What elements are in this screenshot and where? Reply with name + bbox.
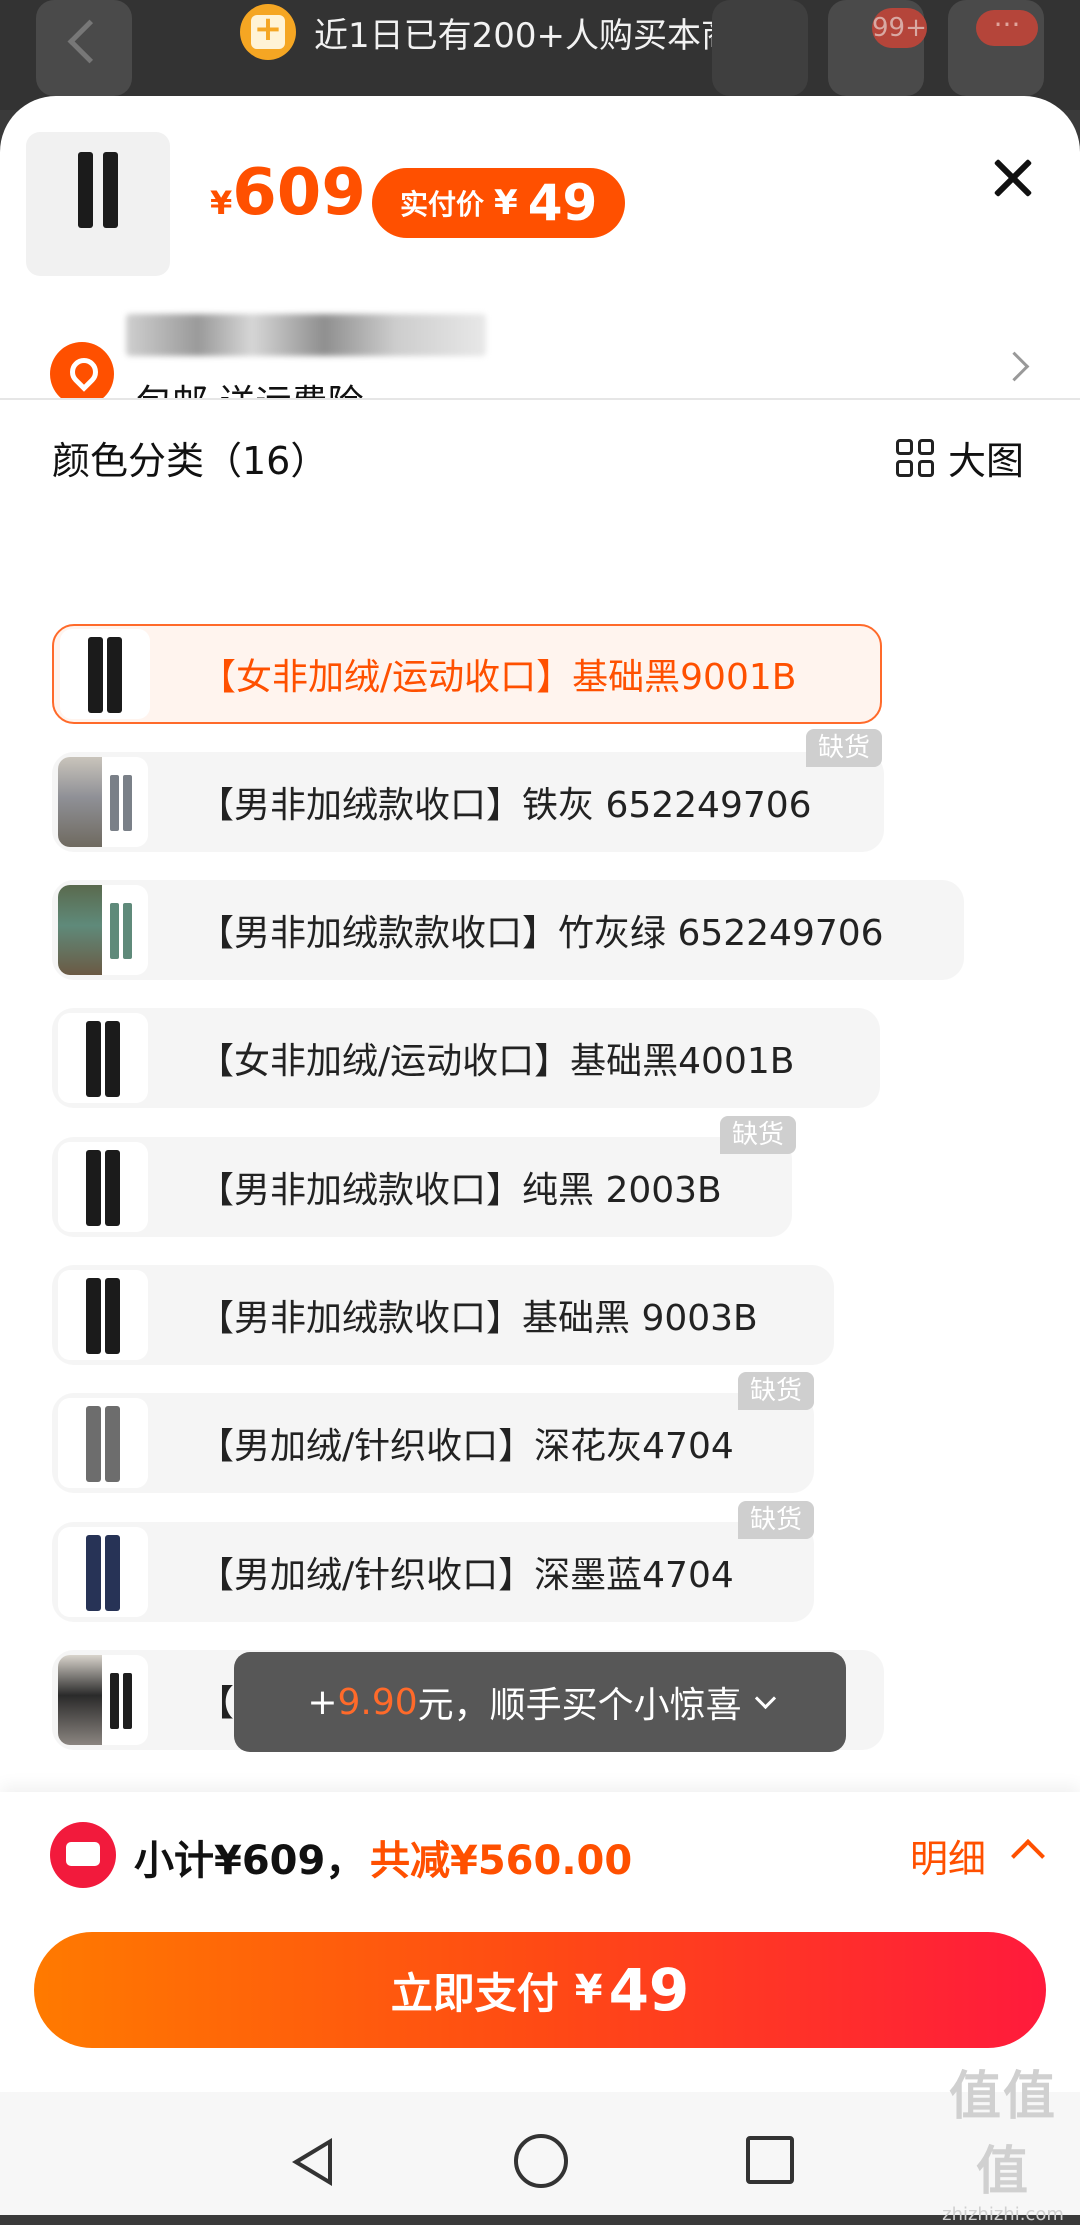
option-thumbnail [58, 1142, 148, 1232]
subtotal: 小计¥609， [134, 1838, 366, 1884]
color-option[interactable]: 【女非加绒/运动收口】基础黑9001B [52, 624, 882, 724]
cart-button[interactable]: 99+ [828, 0, 927, 96]
out-of-stock-badge: 缺货 [738, 1372, 815, 1410]
option-thumbnail [58, 757, 148, 847]
coupon-icon [50, 1822, 116, 1888]
price-currency: ¥ [210, 184, 233, 222]
toast-text: 元，顺手买个小惊喜 [417, 1685, 742, 1726]
grid-icon [896, 438, 934, 477]
big-image-toggle[interactable]: 大图 [896, 430, 1024, 485]
out-of-stock-badge: 缺货 [738, 1501, 815, 1539]
option-thumbnail [58, 885, 148, 975]
section-title-color: 颜色分类（16） [52, 439, 329, 483]
product-thumbnail[interactable] [26, 132, 170, 276]
checkout-summary: 小计¥609， 共减¥560.00 明细 立即支付 ¥ 49 [0, 1792, 1080, 2092]
color-option[interactable]: 【男非加绒款收口】铁灰 652249706 [52, 752, 884, 852]
product-price: ¥609 [210, 156, 366, 230]
toast-price: 9.90 [337, 1681, 418, 1723]
option-label: 【 [198, 1683, 235, 1724]
option-label: 【男加绒/针织收口】深墨蓝4704 [198, 1555, 734, 1596]
paid-price-currency: ¥ [494, 183, 518, 223]
paid-price-value: 49 [527, 174, 598, 232]
option-thumbnail [58, 1013, 148, 1103]
chevron-right-icon [999, 351, 1030, 382]
more-badge: ··· [976, 10, 1038, 46]
big-image-label: 大图 [948, 439, 1025, 483]
out-of-stock-badge: 缺货 [806, 729, 883, 767]
toast-plus: + [307, 1681, 338, 1723]
pay-now-currency: ¥ [574, 1967, 603, 2013]
promo-banner: 近1日已有200+人购买本商品 [240, 2, 769, 62]
pay-now-label: 立即支付 [390, 1968, 559, 2018]
option-label: 【男非加绒款收口】纯黑 2003B [198, 1170, 722, 1211]
pay-now-amount: 49 [608, 1956, 690, 2024]
color-option[interactable]: 【男非加绒款收口】纯黑 2003B [52, 1137, 792, 1237]
add-on-toast[interactable]: + 9.90 元，顺手买个小惊喜 [234, 1652, 846, 1752]
discount-total: 共减¥560.00 [370, 1838, 633, 1884]
color-option[interactable]: 【女非加绒/运动收口】基础黑4001B [52, 1008, 880, 1108]
chevron-up-icon[interactable] [1011, 1839, 1045, 1873]
address-redacted [126, 314, 486, 356]
option-thumbnail [58, 1270, 148, 1360]
location-pin-icon [50, 342, 114, 406]
close-icon[interactable] [986, 152, 1038, 204]
option-label: 【男非加绒款款收口】竹灰绿 652249706 [198, 913, 884, 954]
more-button[interactable]: ··· [948, 0, 1044, 96]
shopping-bag-plus-icon [240, 4, 296, 60]
back-button[interactable] [36, 0, 132, 96]
option-label: 【女非加绒/运动收口】基础黑9001B [200, 657, 797, 698]
nav-home-icon[interactable] [514, 2134, 568, 2188]
edit-button[interactable] [712, 0, 808, 96]
out-of-stock-badge: 缺货 [720, 1116, 797, 1154]
option-label: 【女非加绒/运动收口】基础黑4001B [198, 1041, 795, 1082]
watermark-logo: 值值值 [948, 2067, 1057, 2202]
paid-price-badge: 实付价 ¥ 49 [372, 168, 626, 238]
color-option[interactable]: 【男非加绒款收口】基础黑 9003B [52, 1265, 834, 1365]
option-thumbnail [58, 1527, 148, 1617]
paid-price-label: 实付价 [400, 188, 485, 221]
color-option[interactable]: 【男加绒/针织收口】深墨蓝4704 [52, 1522, 814, 1622]
option-label: 【男非加绒款收口】基础黑 9003B [198, 1298, 758, 1339]
system-nav-bar [0, 2092, 1080, 2215]
top-bar: 近1日已有200+人购买本商品 99+ ··· [0, 0, 1080, 110]
color-option[interactable]: 【男非加绒款款收口】竹灰绿 652249706 [52, 880, 964, 980]
color-option[interactable]: 【男加绒/针织收口】深花灰4704 [52, 1393, 814, 1493]
cart-badge: 99+ [872, 8, 927, 48]
option-thumbnail [58, 1398, 148, 1488]
watermark: 值值值 zhizhizhi.com [928, 2054, 1078, 2225]
detail-toggle[interactable]: 明细 [910, 1828, 986, 1883]
back-arrow-icon [67, 19, 112, 64]
option-label: 【男加绒/针织收口】深花灰4704 [198, 1426, 734, 1467]
promo-text: 近1日已有200+人购买本商品 [314, 15, 770, 56]
nav-back-icon[interactable] [292, 2138, 332, 2186]
option-thumbnail [58, 1655, 148, 1745]
option-label: 【男非加绒款收口】铁灰 652249706 [198, 785, 812, 826]
pay-now-button[interactable]: 立即支付 ¥ 49 [34, 1932, 1046, 2048]
chevron-down-icon [754, 1687, 776, 1709]
option-thumbnail [60, 629, 150, 719]
price-value: 609 [232, 156, 366, 230]
nav-recents-icon[interactable] [746, 2136, 794, 2184]
